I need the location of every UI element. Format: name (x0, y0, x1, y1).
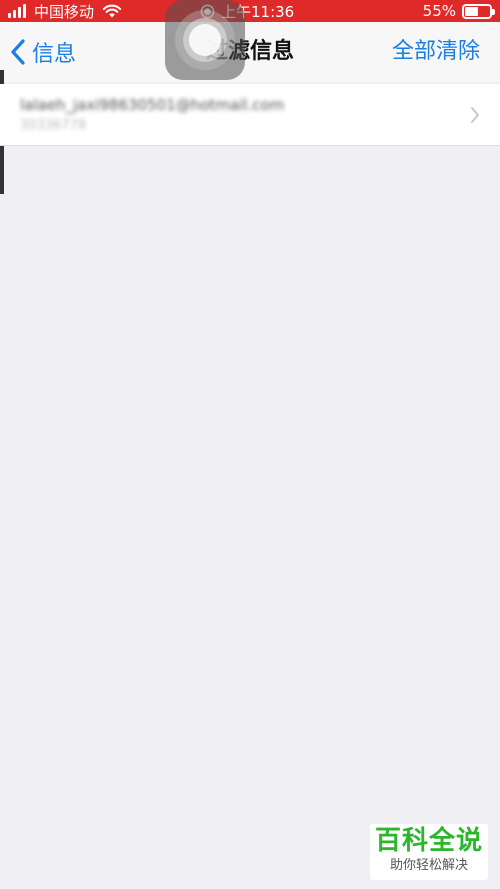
watermark: 百科全说 助你轻松解决 (370, 824, 488, 880)
battery-icon (462, 3, 495, 19)
wifi-icon (102, 4, 122, 18)
back-button[interactable]: 信息 (8, 22, 76, 82)
signal-bars-icon (8, 4, 26, 18)
item-sender: lalaeh_jaxi98630501@hotmail.com (20, 96, 285, 114)
clear-all-button[interactable]: 全部清除 (392, 22, 480, 82)
battery-percent: 55% (422, 2, 456, 20)
navigation-bar: 过滤信息 信息 全部清除 (0, 22, 500, 82)
filtered-message-list: lalaeh_jaxi98630501@hotmail.com 30336778 (0, 84, 500, 146)
carrier-name: 中国移动 (34, 2, 95, 21)
list-item[interactable]: lalaeh_jaxi98630501@hotmail.com 30336778 (0, 84, 500, 146)
chevron-right-icon (471, 107, 479, 123)
watermark-subtitle: 助你轻松解决 (389, 858, 468, 873)
status-right: 55% (422, 0, 495, 22)
watermark-title: 百科全说 (374, 826, 483, 856)
item-number: 30336778 (20, 118, 87, 133)
back-button-label: 信息 (32, 42, 77, 67)
assistive-touch-icon[interactable] (165, 0, 245, 80)
status-bar: 中国移动 上午11:36 55% (0, 0, 500, 22)
chevron-left-icon (11, 39, 25, 65)
battery-fill (465, 6, 479, 16)
